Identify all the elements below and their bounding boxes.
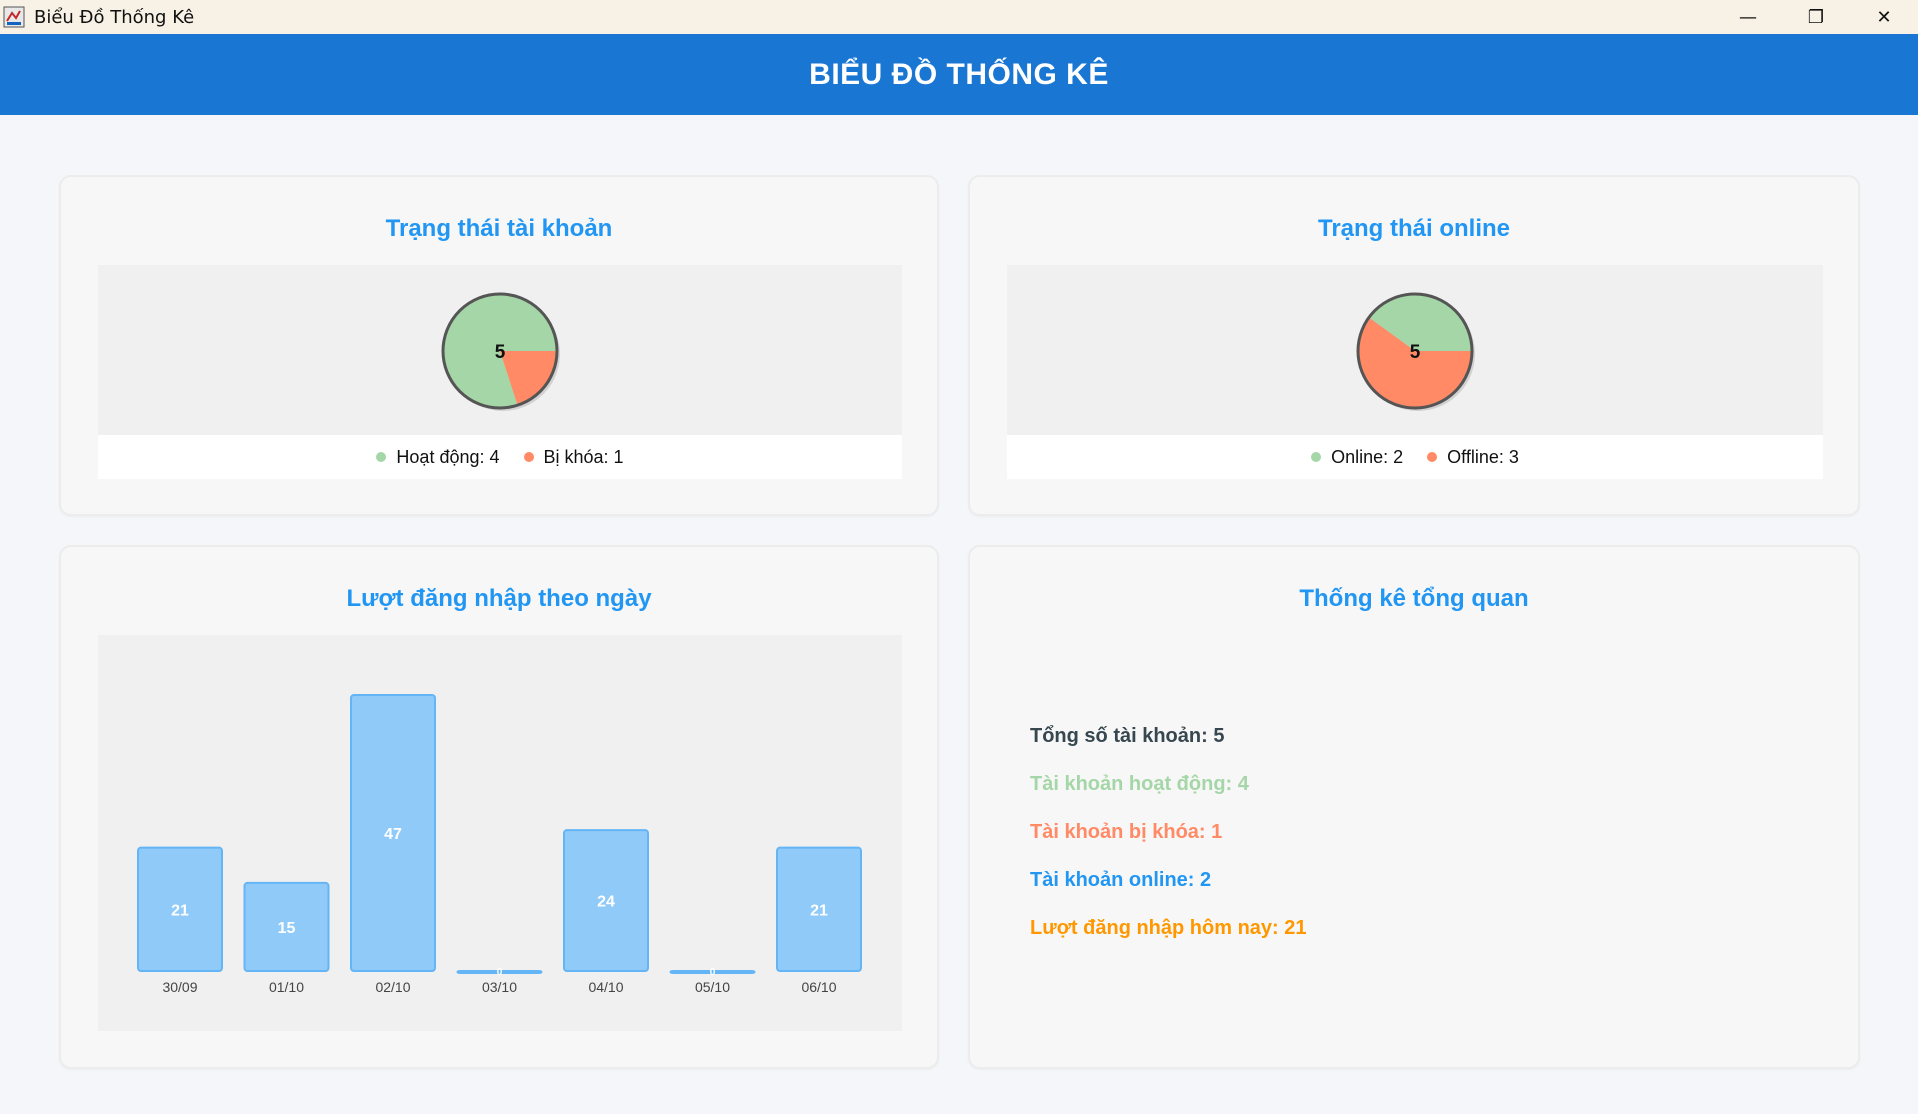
legend-label-online: Online: 2 (1331, 446, 1404, 467)
bar-value-label-5: 0 (710, 967, 716, 978)
bar-value-label-2: 47 (384, 826, 402, 843)
legend-dot-online (1311, 452, 1322, 462)
account-status-card: Trạng thái tài khoản 5 Hoạt động: 4 Bị k… (59, 175, 939, 516)
account-status-pie-center-label: 5 (495, 342, 506, 363)
overview-card: Thống kê tổng quan Tổng số tài khoản: 5 … (968, 545, 1860, 1069)
bar-value-label-4: 24 (597, 894, 615, 911)
bar-category-label-3: 03/10 (482, 979, 517, 995)
bar-category-label-5: 05/10 (695, 979, 730, 995)
legend-dot-locked (523, 452, 534, 462)
page-title: BIỂU ĐỒ THỐNG KÊ (809, 57, 1109, 91)
overview-title: Thống kê tổng quan (1299, 585, 1529, 612)
stat-locked-accounts: Tài khoản bị khóa: 1 (1030, 821, 1223, 843)
legend-label-active: Hoạt động: 4 (396, 446, 500, 467)
online-status-chart-area: 5 (1007, 265, 1823, 435)
online-status-title: Trạng thái online (1317, 215, 1510, 242)
window-titlebar: Biểu Đồ Thống Kê — ❐ ✕ (0, 0, 1918, 34)
bar-value-label-1: 15 (278, 920, 296, 937)
bar-value-label-0: 21 (171, 902, 189, 919)
stat-online-accounts: Tài khoản online: 2 (1030, 869, 1212, 891)
logins-card: Lượt đăng nhập theo ngày 21 30/09 15 01/10 4… (59, 545, 939, 1069)
stat-active-accounts: Tài khoản hoạt động: 4 (1030, 773, 1249, 795)
restore-button[interactable]: ❐ (1782, 0, 1850, 34)
legend-item-offline: Offline: 3 (1427, 447, 1519, 468)
legend-dot-active (376, 452, 387, 462)
page-header: BIỂU ĐỒ THỐNG KÊ (0, 34, 1918, 115)
stat-logins-today: Lượt đăng nhập hôm nay: 21 (1030, 917, 1307, 939)
legend-label-offline: Offline: 3 (1447, 446, 1519, 467)
bar-value-label-6: 21 (810, 902, 828, 919)
bar-value-label-3: 0 (497, 967, 503, 978)
legend-item-active: Hoạt động: 4 (376, 446, 500, 468)
account-status-legend: Hoạt động: 4 Bị khóa: 1 (98, 435, 902, 479)
legend-item-locked: Bị khóa: 1 (523, 446, 624, 468)
bar-category-label-2: 02/10 (375, 979, 410, 995)
online-status-legend: Online: 2 Offline: 3 (1007, 435, 1823, 479)
logins-chart-area: 21 30/09 15 01/10 47 02/10 0 03/10 24 04/10 0 05/10… (98, 635, 902, 1031)
online-status-pie-center-label: 5 (1410, 342, 1421, 363)
online-status-card: Trạng thái online 5 Online: 2 Offline: 3 (968, 175, 1860, 516)
window-controls: — ❐ ✕ (1714, 0, 1918, 34)
stat-total-accounts: Tổng số tài khoản: 5 (1030, 725, 1225, 747)
online-status-pie-chart: 5 (1356, 292, 1475, 411)
logins-title: Lượt đăng nhập theo ngày (346, 585, 652, 612)
legend-dot-offline (1427, 452, 1438, 462)
minimize-button[interactable]: — (1714, 0, 1782, 34)
window-title: Biểu Đồ Thống Kê (34, 6, 195, 28)
logins-bar-chart: 2130/091501/104702/10003/102404/10005/10… (137, 694, 862, 995)
bar-category-label-4: 04/10 (588, 979, 623, 995)
legend-label-locked: Bị khóa: 1 (543, 446, 624, 467)
account-status-pie-chart: 5 (441, 292, 560, 411)
legend-item-online: Online: 2 (1311, 447, 1403, 468)
bar-category-label-6: 06/10 (801, 979, 836, 995)
bar-category-label-0: 30/09 (162, 979, 197, 995)
account-status-chart-area: 5 (98, 265, 902, 435)
java-app-icon (2, 6, 26, 28)
bar-category-label-1: 01/10 (269, 979, 304, 995)
account-status-title: Trạng thái tài khoản (385, 215, 613, 242)
close-button[interactable]: ✕ (1850, 0, 1918, 34)
